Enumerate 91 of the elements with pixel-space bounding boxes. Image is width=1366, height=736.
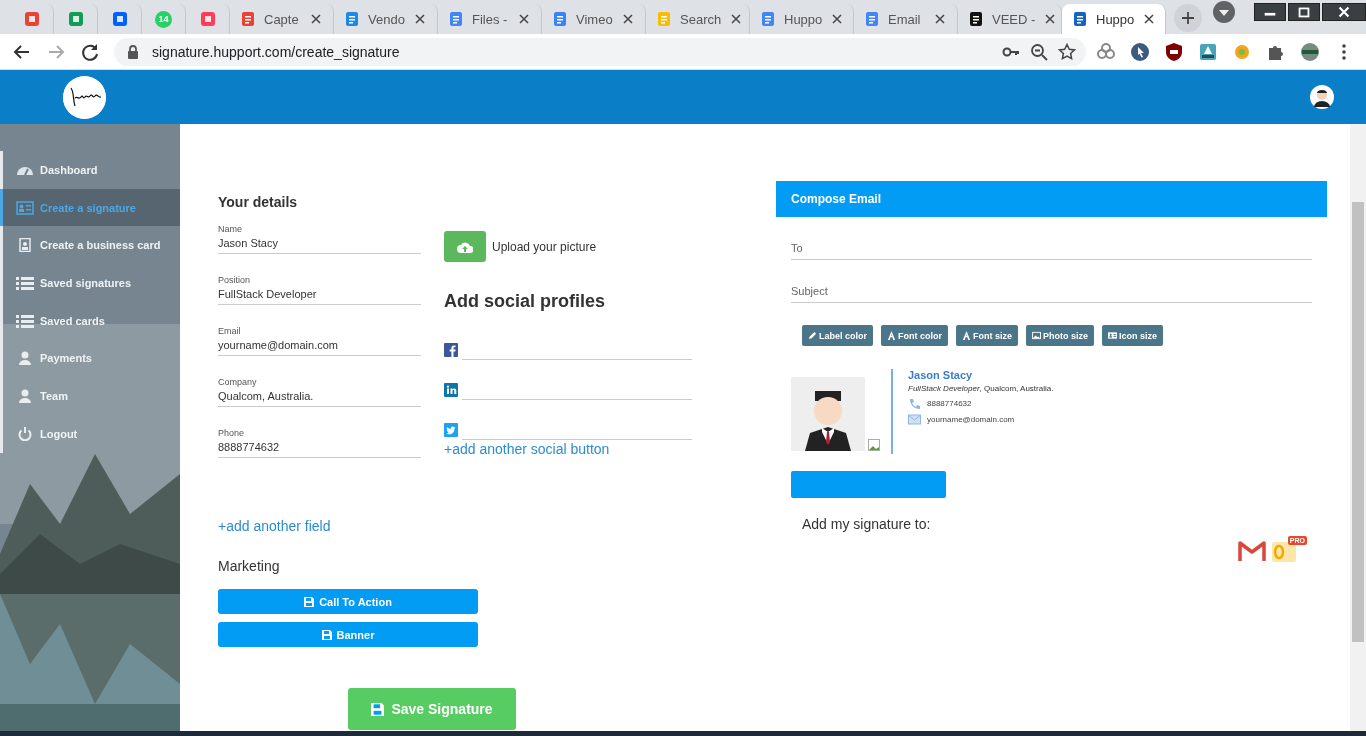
cursor-extension-icon[interactable] <box>1130 41 1150 62</box>
image-icon <box>1032 331 1042 340</box>
twitter-icon <box>444 423 458 437</box>
phone-icon <box>908 398 921 409</box>
star-icon[interactable] <box>1058 42 1076 61</box>
style-button[interactable]: Photo size <box>1026 325 1095 346</box>
upload-label: Upload your picture <box>492 239 597 254</box>
close-icon[interactable] <box>830 12 845 26</box>
new-tab-icon[interactable] <box>1174 4 1202 32</box>
marketing-button[interactable]: Banner <box>218 622 478 647</box>
browser-tab[interactable]: Huppo <box>1062 4 1166 34</box>
font-icon <box>962 331 971 340</box>
sidebar-item[interactable]: Payments <box>0 339 180 378</box>
id-card-icon <box>1108 331 1118 340</box>
sidebar-item[interactable]: Saved signatures <box>0 264 180 302</box>
linkedin-icon <box>444 383 458 397</box>
address-bar-url[interactable]: signature.hupport.com/create_signature <box>152 43 400 60</box>
avatar-icon[interactable] <box>1310 85 1334 109</box>
style-button[interactable]: Icon size <box>1102 325 1164 346</box>
chat-badge-icon: 14 <box>155 10 172 28</box>
close-icon[interactable] <box>1142 12 1157 26</box>
app-icon <box>67 11 84 27</box>
id-badge-icon <box>16 238 34 253</box>
list-icon <box>16 313 34 328</box>
eyedropper-icon <box>808 331 817 340</box>
page-icon <box>1072 11 1088 27</box>
envelope-icon <box>908 414 921 425</box>
close-icon[interactable] <box>1322 3 1366 21</box>
broken-image-icon <box>868 439 880 451</box>
signature-position: FullStack Developer, Qualcom, Australia. <box>908 384 1054 393</box>
text-field[interactable]: Company Qualcom, Australia. <box>218 377 421 407</box>
mail-logo-icon <box>1238 540 1266 562</box>
compose-header: Compose Email <box>776 181 1327 217</box>
close-icon[interactable] <box>309 12 323 26</box>
close-icon[interactable] <box>933 12 947 26</box>
page-icon <box>448 11 464 27</box>
sidebar-item[interactable]: Create a business card <box>0 226 180 265</box>
dropdown-icon[interactable] <box>1212 0 1236 24</box>
power-icon <box>16 426 34 441</box>
page-icon <box>552 11 568 27</box>
signature-phone: 8888774632 <box>927 399 972 408</box>
style-button[interactable]: Font size <box>956 325 1019 346</box>
add-social-link[interactable]: +add another social button <box>444 441 610 457</box>
maximize-icon[interactable] <box>1288 3 1320 21</box>
signature-name: Jason Stacy <box>908 369 974 381</box>
text-field[interactable]: Email yourname@domain.com <box>218 326 421 356</box>
close-icon[interactable] <box>621 12 635 26</box>
sidebar-item[interactable]: Dashboard <box>0 151 180 189</box>
page-icon <box>656 11 672 27</box>
app-icon <box>111 11 128 27</box>
text-field[interactable]: Position FullStack Developer <box>218 275 421 305</box>
user-icon <box>16 351 34 366</box>
shield-extension-icon[interactable] <box>1164 41 1184 62</box>
page-icon <box>240 11 256 27</box>
marketing-button[interactable]: Call To Action <box>218 589 478 614</box>
style-button[interactable]: Font color <box>881 325 948 346</box>
facebook-icon <box>444 343 458 357</box>
close-icon[interactable] <box>413 12 427 26</box>
sidebar-item[interactable]: Logout <box>0 414 180 453</box>
page-icon <box>864 11 880 27</box>
scrollbar[interactable] <box>1350 124 1366 731</box>
link-extension-icon[interactable] <box>1096 41 1116 62</box>
close-icon[interactable] <box>729 12 744 26</box>
signature-email: yourname@domain.com <box>927 415 1015 424</box>
list-icon <box>16 275 34 290</box>
contact-card-icon <box>16 200 34 215</box>
signature-logo[interactable] <box>63 75 106 119</box>
sidebar-item[interactable]: Team <box>0 377 180 415</box>
section-title: Your details <box>218 194 299 210</box>
page-icon <box>344 11 360 27</box>
user-icon <box>16 388 34 403</box>
style-button[interactable]: Label color <box>802 325 873 346</box>
app-icon <box>23 11 40 27</box>
tray-extension-icon[interactable] <box>1198 41 1218 62</box>
page-icon <box>760 11 776 27</box>
page-icon <box>968 11 984 27</box>
font-icon <box>887 331 896 340</box>
minimize-icon[interactable] <box>1254 3 1286 21</box>
profile-icon[interactable] <box>1300 41 1320 62</box>
section-title: Marketing <box>218 558 281 574</box>
sidebar-item[interactable]: Saved cards <box>0 301 180 340</box>
add-field-link[interactable]: +add another field <box>218 518 776 534</box>
zoom-out-icon[interactable] <box>1030 42 1048 61</box>
add-signature-title: Add my signature to: <box>802 516 932 532</box>
cloud-upload-icon <box>457 240 473 253</box>
section-title: Add social profiles <box>444 291 607 312</box>
app-icon <box>199 11 216 27</box>
close-icon[interactable] <box>1043 12 1058 26</box>
text-field[interactable]: Phone 8888774632 <box>218 428 421 458</box>
text-field[interactable]: Name Jason Stacy <box>218 224 421 254</box>
close-icon[interactable] <box>517 12 531 26</box>
